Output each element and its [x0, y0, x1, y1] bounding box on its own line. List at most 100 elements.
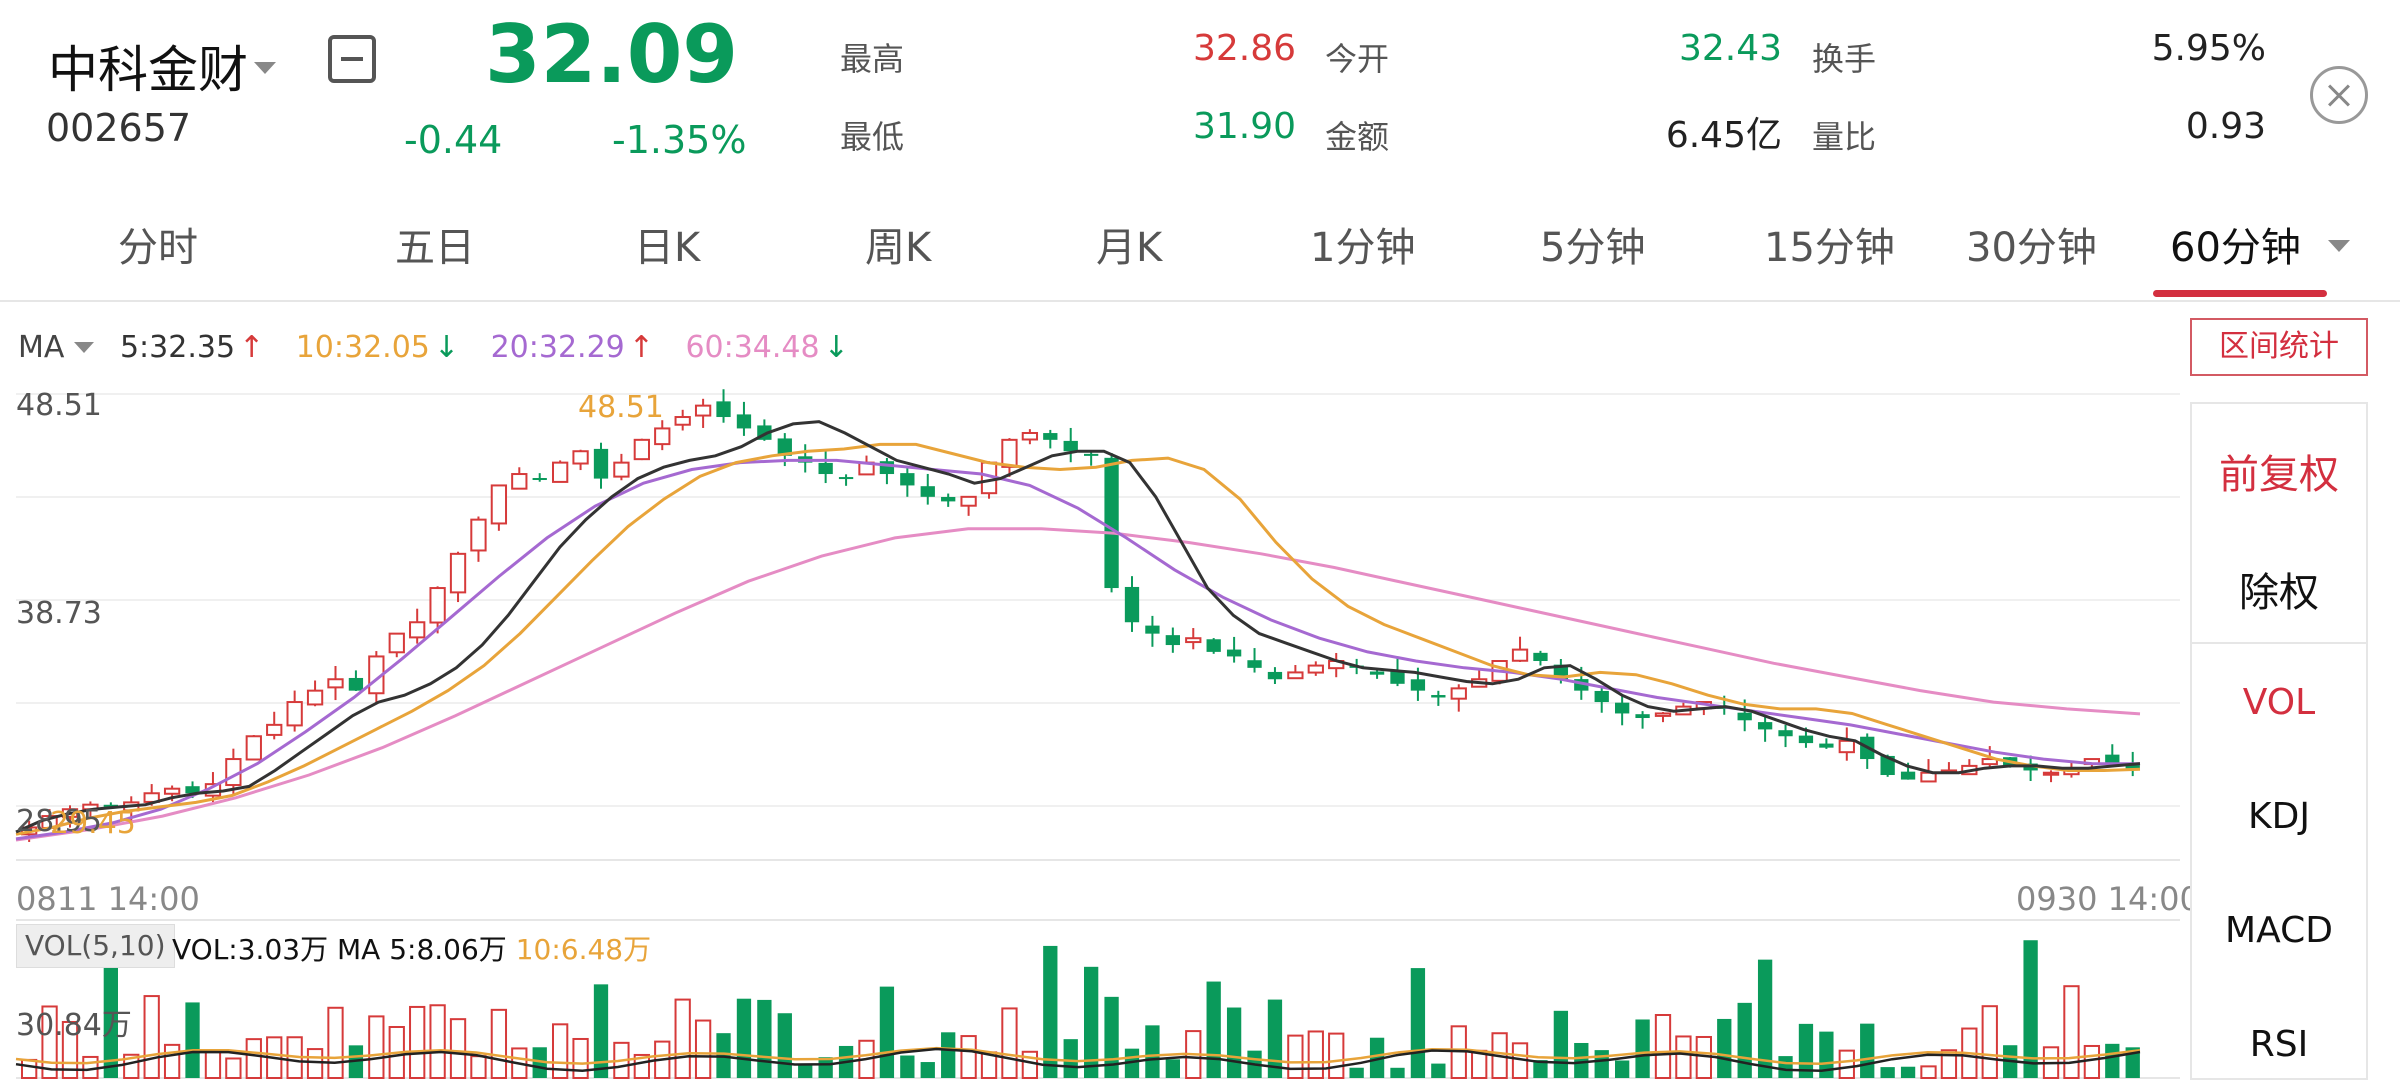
collapse-icon[interactable] — [328, 35, 376, 83]
candle-body — [1287, 671, 1304, 680]
stat-label-volume-ratio: 量比 — [1812, 118, 1877, 156]
x-axis-end-label: 0930 14:00 — [2016, 880, 2200, 918]
ma5-arrow-icon: ↑ — [239, 330, 265, 365]
kline-chart[interactable] — [0, 380, 2190, 1080]
candle-body — [1206, 639, 1221, 652]
volume-bar — [1307, 1030, 1324, 1080]
volume-bar — [1226, 1007, 1242, 1078]
candle-body — [1226, 649, 1242, 657]
volume-bar — [1165, 1059, 1180, 1078]
candle-body — [163, 787, 181, 795]
volume-indicator-tag[interactable]: VOL(5,10) — [16, 924, 175, 968]
volume-bar — [1880, 1067, 1895, 1078]
tab-month-k[interactable]: 月K — [1096, 215, 1162, 273]
candle-body — [1001, 438, 1018, 468]
candle-body — [490, 484, 508, 525]
volume-bar — [1981, 1005, 1998, 1079]
volume-bar — [818, 1057, 833, 1078]
period-dropdown-caret-icon[interactable] — [2328, 240, 2350, 252]
stock-switch-caret-icon[interactable] — [254, 62, 276, 74]
ma-dropdown-caret-icon[interactable] — [74, 342, 95, 353]
volume-value: VOL:3.03万 — [172, 933, 329, 966]
volume-bar — [941, 1032, 956, 1078]
volume-bar — [143, 995, 160, 1079]
candle-body — [327, 678, 344, 689]
side-item-vol[interactable]: VOL — [2192, 682, 2366, 723]
volume-bar — [2063, 985, 2080, 1079]
volume-bar — [2105, 1043, 2120, 1078]
volume-bar — [777, 1013, 792, 1078]
ma20-value: 20:32.29 — [490, 330, 625, 365]
y-axis-top-label: 48.51 — [16, 388, 102, 423]
volume-bar — [798, 1064, 813, 1078]
candle-body — [1900, 771, 1916, 780]
candle-body — [1369, 671, 1385, 675]
candle-body — [1084, 453, 1099, 456]
side-item-kdj[interactable]: KDJ — [2192, 796, 2366, 837]
volume-bar — [900, 1055, 915, 1078]
range-stat-button[interactable]: 区间统计 — [2190, 318, 2368, 376]
price-change-pct: -1.35% — [612, 118, 747, 162]
candle-body — [613, 461, 630, 478]
stock-name[interactable]: 中科金财 — [48, 30, 248, 102]
tab-30min[interactable]: 30分钟 — [1966, 215, 2097, 273]
tab-fenshi[interactable]: 分时 — [118, 215, 198, 273]
volume-bar — [185, 1002, 200, 1078]
candle-body — [388, 632, 405, 654]
candle-body — [716, 401, 731, 418]
tab-60min[interactable]: 60分钟 — [2170, 215, 2301, 273]
volume-bar — [225, 1057, 242, 1080]
stat-value-amount: 6.45亿 — [1665, 115, 1782, 156]
ma10-value: 10:32.05 — [295, 330, 430, 365]
candle-body — [1410, 679, 1426, 691]
ma5-value: 5:32.35 — [119, 330, 236, 365]
volume-bar — [245, 1038, 262, 1079]
candle-body — [1757, 722, 1773, 730]
tab-week-k[interactable]: 周K — [865, 215, 931, 273]
indicator-side-panel: 前复权 除权 VOL KDJ MACD RSI — [2190, 402, 2368, 1080]
low-marker: 29.45 — [50, 806, 136, 841]
side-item-rsi[interactable]: RSI — [2192, 1024, 2366, 1065]
y-axis-mid-label: 38.73 — [16, 596, 102, 631]
volume-bar — [1390, 1067, 1405, 1078]
stat-value-high: 32.86 — [1192, 28, 1296, 69]
candle-body — [1798, 735, 1814, 744]
volume-bar — [1778, 1056, 1793, 1078]
candle-body — [920, 486, 935, 497]
high-marker: 48.51 — [578, 390, 664, 425]
candle-body — [654, 427, 671, 446]
tab-15min[interactable]: 15分钟 — [1764, 215, 1895, 273]
candle-body — [1450, 687, 1467, 700]
side-item-no-adjust[interactable]: 除权 — [2192, 560, 2366, 618]
volume-bar — [1349, 1067, 1364, 1078]
period-tabs: 分时 五日 日K 周K 月K 1分钟 5分钟 15分钟 30分钟 60分钟 — [0, 215, 2400, 285]
candles — [21, 389, 2140, 842]
stat-value-low: 31.90 — [1192, 106, 1296, 147]
volume-bar — [736, 998, 752, 1078]
tab-five-day[interactable]: 五日 — [395, 215, 475, 273]
volume-bar — [1900, 1066, 1916, 1078]
tab-5min[interactable]: 5分钟 — [1540, 215, 1645, 273]
stat-value-open: 32.43 — [1678, 28, 1782, 69]
tab-1min[interactable]: 1分钟 — [1310, 215, 1415, 273]
volume-bar — [593, 984, 609, 1078]
volume-max-label: 30.84万 — [16, 1008, 132, 1043]
volume-bar — [306, 1048, 324, 1079]
side-item-forward-adjust[interactable]: 前复权 — [2192, 442, 2366, 500]
tab-day-k[interactable]: 日K — [634, 215, 700, 273]
candle-body — [818, 462, 833, 475]
volume-bar — [204, 1050, 222, 1079]
side-item-macd[interactable]: MACD — [2192, 910, 2366, 951]
stat-label-turnover: 换手 — [1812, 40, 1877, 78]
candle-body — [449, 552, 467, 594]
volume-bar — [490, 1008, 508, 1080]
ma-label[interactable]: MA — [18, 330, 64, 365]
close-icon[interactable] — [2310, 66, 2368, 124]
volume-ma10: 10:6.48万 — [515, 933, 652, 966]
volume-bar — [470, 1055, 487, 1079]
volume-bar — [572, 1037, 589, 1079]
candle-body — [306, 689, 324, 706]
price-change: -0.44 — [404, 118, 503, 162]
candle-body — [511, 473, 528, 490]
candle-body — [286, 701, 303, 727]
